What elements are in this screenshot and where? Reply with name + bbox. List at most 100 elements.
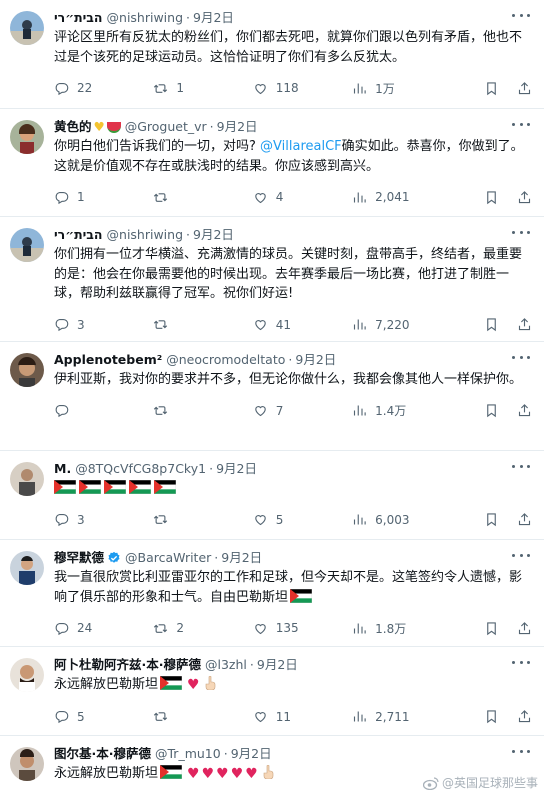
views-button[interactable]: 1万 <box>352 80 466 97</box>
more-icon[interactable] <box>512 229 530 235</box>
share-icon[interactable] <box>517 512 532 527</box>
timestamp[interactable]: 9月2日 <box>295 351 336 369</box>
palestine-flag-icon <box>154 480 176 494</box>
like-button[interactable]: 135 <box>253 621 352 636</box>
retweet-button[interactable] <box>153 317 252 332</box>
author-name[interactable]: 阿卜杜勒阿齐兹·本·穆萨德 <box>54 656 201 674</box>
timestamp[interactable]: 9月2日 <box>221 549 262 567</box>
like-button[interactable]: 7 <box>253 403 352 418</box>
more-icon[interactable] <box>512 748 530 754</box>
avatar[interactable] <box>10 747 44 781</box>
reply-icon <box>54 190 69 205</box>
author-name[interactable]: Applenotebem² <box>54 351 162 369</box>
bookmark-icon[interactable] <box>484 512 499 527</box>
tweet-text: 你们拥有一位才华横溢、充满激情的球员。关键时刻，盘带高手，终结者，最重要的是：他… <box>54 247 523 301</box>
retweet-button[interactable] <box>153 190 252 205</box>
tweet-text: 你明白他们告诉我们的一切，对吗? @VillarealCF确实如此。恭喜你，你做… <box>54 137 532 176</box>
more-icon[interactable] <box>512 659 530 665</box>
reply-button[interactable]: 1 <box>54 190 153 205</box>
more-icon[interactable] <box>512 121 530 127</box>
timestamp[interactable]: 9月2日 <box>257 656 298 674</box>
author-handle[interactable]: @Tr_mu10 <box>155 745 221 763</box>
bookmark-icon[interactable] <box>484 317 499 332</box>
author-handle[interactable]: @Groguet_vr <box>125 118 207 136</box>
avatar[interactable] <box>10 462 44 496</box>
author-name[interactable]: M. <box>54 460 71 478</box>
author-handle[interactable]: @8TQcVfCG8p7Cky1 <box>75 460 206 478</box>
retweet-button[interactable] <box>153 403 252 418</box>
retweet-button[interactable] <box>153 512 252 527</box>
tweet[interactable]: 黄色的 ♥ @Groguet_vr · 9月2日 你明白他们告诉我们的一切，对吗… <box>0 109 544 217</box>
bookmark-icon[interactable] <box>484 621 499 636</box>
retweet-button[interactable]: 1 <box>153 81 252 96</box>
reply-button[interactable]: 3 <box>54 512 153 527</box>
reply-button[interactable]: 3 <box>54 317 153 332</box>
author-name[interactable]: הבית״רי <box>54 226 103 244</box>
bookmark-icon[interactable] <box>484 81 499 96</box>
like-button[interactable]: 41 <box>253 317 352 332</box>
tweet[interactable]: הבית״רי @nishriwing · 9月2日 评论区里所有反犹太的粉丝们… <box>0 0 544 109</box>
views-button[interactable]: 7,220 <box>352 317 466 332</box>
mention-link[interactable]: @VillarealCF <box>260 139 342 154</box>
reply-button[interactable]: 24 <box>54 621 153 636</box>
like-button[interactable]: 118 <box>253 81 352 96</box>
timestamp[interactable]: 9月2日 <box>217 118 258 136</box>
views-icon <box>352 317 367 332</box>
more-icon[interactable] <box>512 463 530 469</box>
more-icon[interactable] <box>512 354 530 360</box>
retweet-button[interactable] <box>153 709 252 724</box>
separator: · <box>288 352 293 367</box>
share-icon[interactable] <box>517 81 532 96</box>
author-handle[interactable]: @nishriwing <box>107 226 184 244</box>
more-icon[interactable] <box>512 12 530 18</box>
avatar[interactable] <box>10 658 44 692</box>
author-handle[interactable]: @nishriwing <box>107 9 184 27</box>
tweet[interactable]: M. @8TQcVfCG8p7Cky1 · 9月2日 3 5 6,003 <box>0 451 544 540</box>
share-icon[interactable] <box>517 317 532 332</box>
tweet[interactable]: הבית״רי @nishriwing · 9月2日 你们拥有一位才华横溢、充满… <box>0 217 544 342</box>
author-handle[interactable]: @neocromodeltato <box>166 351 285 369</box>
author-name[interactable]: 黄色的 <box>54 118 92 136</box>
views-button[interactable]: 1.4万 <box>352 402 466 419</box>
views-button[interactable]: 2,041 <box>352 190 466 205</box>
author-handle[interactable]: @BarcaWriter <box>125 549 211 567</box>
timestamp[interactable]: 9月2日 <box>216 460 257 478</box>
reply-button[interactable] <box>54 403 153 418</box>
like-button[interactable]: 5 <box>253 512 352 527</box>
bookmark-icon[interactable] <box>484 190 499 205</box>
avatar[interactable] <box>10 228 44 262</box>
author-name[interactable]: 穆罕默德 <box>54 549 104 567</box>
timestamp[interactable]: 9月2日 <box>193 226 234 244</box>
tweet[interactable]: 穆罕默德 @BarcaWriter · 9月2日 我一直很欣赏比利亚雷亚尔的工作… <box>0 540 544 647</box>
pointing-finger-icon <box>204 676 216 690</box>
avatar[interactable] <box>10 551 44 585</box>
author-handle[interactable]: @l3zhl <box>205 656 247 674</box>
bookmark-icon[interactable] <box>484 709 499 724</box>
timestamp[interactable]: 9月2日 <box>193 9 234 27</box>
avatar[interactable] <box>10 353 44 387</box>
reply-button[interactable]: 5 <box>54 709 153 724</box>
author-name[interactable]: 图尔基·本·穆萨德 <box>54 745 151 763</box>
bookmark-icon[interactable] <box>484 403 499 418</box>
share-icon[interactable] <box>517 621 532 636</box>
tweet[interactable]: 阿卜杜勒阿齐兹·本·穆萨德 @l3zhl · 9月2日 永远解放巴勒斯坦 ♥ 5 … <box>0 647 544 736</box>
author-name[interactable]: הבית״רי <box>54 9 103 27</box>
views-button[interactable]: 2,711 <box>352 709 466 724</box>
timestamp[interactable]: 9月2日 <box>231 745 272 763</box>
like-button[interactable]: 4 <box>253 190 352 205</box>
share-icon[interactable] <box>517 403 532 418</box>
tweet[interactable]: Applenotebem² @neocromodeltato · 9月2日 伊利… <box>0 342 544 451</box>
retweet-button[interactable]: 2 <box>153 621 252 636</box>
like-button[interactable]: 11 <box>253 709 352 724</box>
views-button[interactable]: 6,003 <box>352 512 466 527</box>
share-icon[interactable] <box>517 190 532 205</box>
more-icon[interactable] <box>512 552 530 558</box>
avatar[interactable] <box>10 11 44 45</box>
tweet-text: 伊利亚斯，我对你的要求并不多，但无论你做什么，我都会像其他人一样保护你。 <box>54 372 523 387</box>
views-button[interactable]: 1.8万 <box>352 620 466 637</box>
like-icon <box>253 317 268 332</box>
reply-button[interactable]: 22 <box>54 81 153 96</box>
separator: · <box>249 657 254 672</box>
share-icon[interactable] <box>517 709 532 724</box>
avatar[interactable] <box>10 120 44 154</box>
